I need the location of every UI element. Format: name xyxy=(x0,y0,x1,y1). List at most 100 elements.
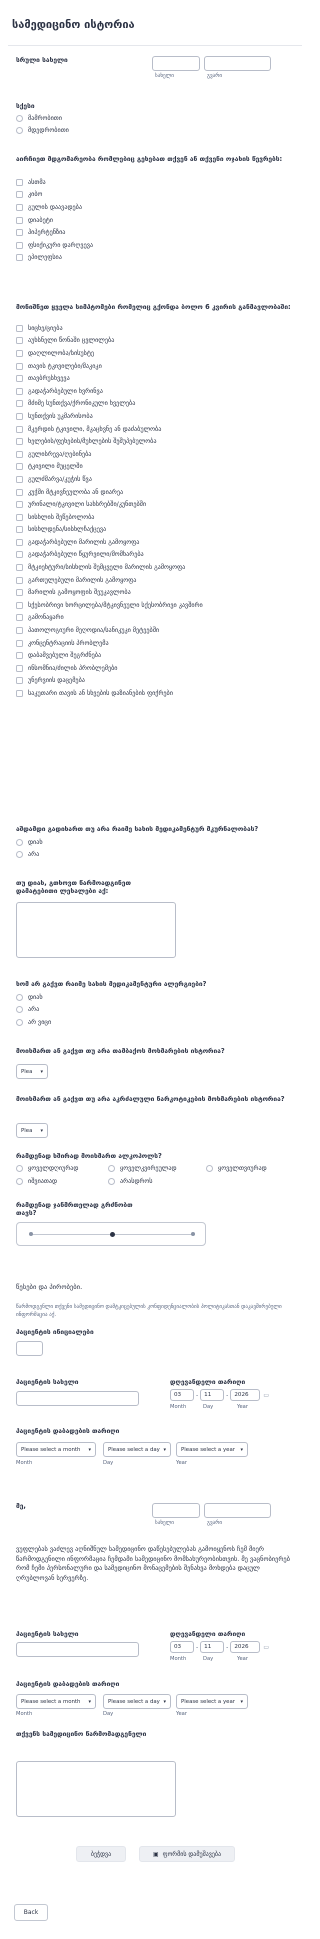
radio-button[interactable] xyxy=(16,1006,23,1014)
radio-button[interactable] xyxy=(206,1164,213,1172)
symptom-option[interactable]: თავბრუსხვევა xyxy=(16,372,306,385)
gender-option[interactable]: მამრობითი xyxy=(16,112,276,125)
checkbox[interactable] xyxy=(16,677,23,685)
medications-textarea[interactable] xyxy=(16,902,176,958)
checkbox[interactable] xyxy=(16,551,23,559)
symptom-option[interactable]: გადაჭარბებული წყურვილი/მომხარება xyxy=(16,549,306,562)
symptom-option[interactable]: დაბამვებული შეგრძნება xyxy=(16,649,306,662)
symptom-option[interactable]: საკუთარი თავის ან სხვების დაზიანების ფიქ… xyxy=(16,687,306,700)
health-slider[interactable] xyxy=(16,1222,206,1246)
date-month-input[interactable]: 03 xyxy=(170,1389,194,1401)
medication-option[interactable]: დიახ xyxy=(16,836,216,849)
checkbox[interactable] xyxy=(16,241,23,249)
birth-month-select[interactable]: Please select a month ▾ xyxy=(16,1442,96,1457)
symptom-option[interactable]: გამონაყარი xyxy=(16,612,306,625)
symptom-option[interactable]: გულისრევა/ღებინება xyxy=(16,448,306,461)
symptom-option[interactable]: მარილის გამოყოფის შეუკავლობა xyxy=(16,586,306,599)
date-day-input[interactable]: 11 xyxy=(200,1389,225,1401)
radio-button[interactable] xyxy=(16,1018,23,1026)
symptom-option[interactable]: გულძმარვა/კუჭის წვა xyxy=(16,473,306,486)
date-2-year-input[interactable]: 2026 xyxy=(230,1641,261,1653)
print-button[interactable]: ბეჭდვა xyxy=(76,1846,126,1862)
symptom-option[interactable]: გადაჭარბებული მარილის გამოყოფა xyxy=(16,536,306,549)
symptom-option[interactable]: სიცხე/ციება xyxy=(16,322,306,335)
symptom-option[interactable]: სქესობრივი ხორცილება/მტკივნეული სქესობრი… xyxy=(16,599,306,612)
radio-button[interactable] xyxy=(108,1164,115,1172)
symptom-option[interactable]: მტკიეხტური/სისხლის შემცველი მარილის გამო… xyxy=(16,561,306,574)
radio-button[interactable] xyxy=(16,1177,23,1185)
symptom-option[interactable]: ტკივილი მუცელში xyxy=(16,461,306,474)
checkbox[interactable] xyxy=(16,614,23,622)
checkbox[interactable] xyxy=(16,337,23,345)
allergy-option[interactable]: არ ვიცი xyxy=(16,1016,216,1029)
radio-button[interactable] xyxy=(16,1164,23,1172)
alcohol-option[interactable]: იშვიათად xyxy=(16,1175,108,1188)
calendar-icon[interactable]: ▭ xyxy=(263,1644,269,1651)
birth-2-day-select[interactable]: Please select a day ▾ xyxy=(103,1694,171,1709)
symptom-option[interactable]: უნერვიის დაცემება xyxy=(16,675,306,688)
symptom-option[interactable]: პათოლოგიური მეღოდია/სანიკუკი მეტეებში xyxy=(16,624,306,637)
checkbox[interactable] xyxy=(16,387,23,395)
symptom-option[interactable]: სისხლის შეწებოლობა xyxy=(16,511,306,524)
birth-day-select[interactable]: Please select a day ▾ xyxy=(103,1442,171,1457)
patient-name-input[interactable] xyxy=(16,1391,139,1406)
radio-button[interactable] xyxy=(16,127,23,135)
alcohol-option[interactable]: ყოველდღიურად xyxy=(16,1162,108,1175)
symptom-option[interactable]: გადაჭარბებული ხვრინვა xyxy=(16,385,306,398)
checkbox[interactable] xyxy=(16,538,23,546)
condition-option[interactable]: ასთმა xyxy=(16,176,286,189)
symptom-option[interactable]: გართულებული მარილის გამოყოფა xyxy=(16,574,306,587)
condition-option[interactable]: კიბო xyxy=(16,189,286,202)
condition-option[interactable]: ფსიქიკური დარღვევა xyxy=(16,239,286,252)
checkbox[interactable] xyxy=(16,463,23,471)
checkbox[interactable] xyxy=(16,576,23,584)
condition-option[interactable]: გულის დაავადება xyxy=(16,201,286,214)
birth-2-year-select[interactable]: Please select a year ▾ xyxy=(176,1694,248,1709)
symptom-option[interactable]: კუჭში მტკივნეულობა ან დიარეა xyxy=(16,486,306,499)
checkbox[interactable] xyxy=(16,229,23,237)
checkbox[interactable] xyxy=(16,475,23,483)
condition-option[interactable]: ეპილეფსია xyxy=(16,252,286,265)
checkbox[interactable] xyxy=(16,191,23,199)
first-name-input[interactable] xyxy=(152,56,200,71)
checkbox[interactable] xyxy=(16,178,23,186)
signature-pad[interactable] xyxy=(16,1761,176,1817)
consent-first-name-input[interactable] xyxy=(152,1503,200,1518)
checkbox[interactable] xyxy=(16,349,23,357)
radio-button[interactable] xyxy=(16,838,23,846)
checkbox[interactable] xyxy=(16,639,23,647)
checkbox[interactable] xyxy=(16,450,23,458)
slider-handle[interactable] xyxy=(110,1232,115,1237)
symptom-option[interactable]: სისხლდენა/სისხლჩაქცევა xyxy=(16,524,306,537)
initials-input[interactable] xyxy=(16,1341,43,1356)
symptom-option[interactable]: მძიმე სუნთქვა/ქრონიკული ხველება xyxy=(16,398,306,411)
save-button[interactable]: ▣ ფორმის დამუშავება xyxy=(139,1846,235,1862)
checkbox[interactable] xyxy=(16,438,23,446)
symptom-option[interactable]: თავის ტკივილები/მაკიკი xyxy=(16,360,306,373)
checkbox[interactable] xyxy=(16,526,23,534)
checkbox[interactable] xyxy=(16,513,23,521)
checkbox[interactable] xyxy=(16,425,23,433)
checkbox[interactable] xyxy=(16,564,23,572)
checkbox[interactable] xyxy=(16,400,23,408)
checkbox[interactable] xyxy=(16,488,23,496)
checkbox[interactable] xyxy=(16,501,23,509)
condition-option[interactable]: ჰიპერტენზია xyxy=(16,226,286,239)
checkbox[interactable] xyxy=(16,664,23,672)
allergy-option[interactable]: დიახ xyxy=(16,991,216,1004)
symptom-option[interactable]: ხელების/ფეხების/მუხლების შეშუპებულობა xyxy=(16,435,306,448)
alcohol-option[interactable]: არასდროს xyxy=(108,1175,206,1188)
symptom-option[interactable]: დაღლილობა/სისუსტე xyxy=(16,347,306,360)
medication-option[interactable]: არა xyxy=(16,849,216,862)
consent-last-name-input[interactable] xyxy=(204,1503,271,1518)
symptom-option[interactable]: ინსომნია/ძილის პრობლემები xyxy=(16,662,306,675)
gender-option[interactable]: მდედრობითი xyxy=(16,125,276,138)
checkbox[interactable] xyxy=(16,627,23,635)
symptom-option[interactable]: ურინალი/ტკივილი სახსრებში/კუნთებში xyxy=(16,498,306,511)
birth-2-month-select[interactable]: Please select a month ▾ xyxy=(16,1694,96,1709)
radio-button[interactable] xyxy=(16,851,23,859)
last-name-input[interactable] xyxy=(204,56,271,71)
date-2-month-input[interactable]: 03 xyxy=(170,1641,194,1653)
drugs-select[interactable]: Plea ▾ xyxy=(16,1123,48,1138)
birth-year-select[interactable]: Please select a year ▾ xyxy=(176,1442,248,1457)
